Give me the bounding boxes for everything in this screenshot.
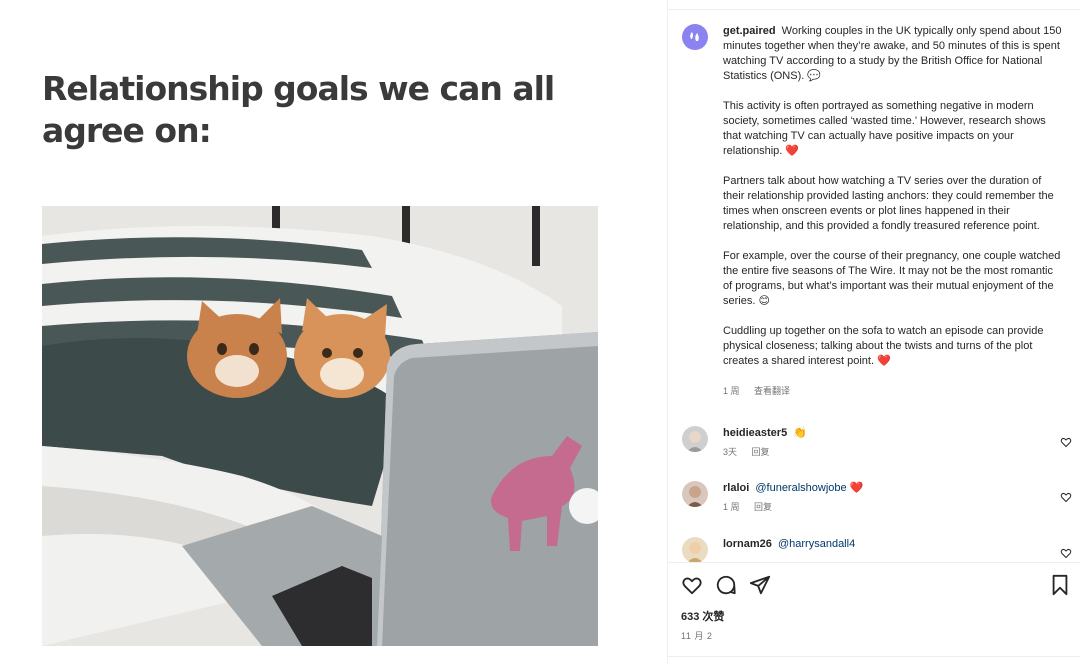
comment-body: 👏 bbox=[793, 427, 807, 439]
caption-username[interactable]: get.paired bbox=[723, 25, 776, 37]
comment-text: heidieaster5 👏 bbox=[723, 426, 807, 440]
reply-link[interactable]: 回复 bbox=[754, 502, 772, 512]
comment-item: heidieaster5 👏 3天 回复 bbox=[682, 426, 1078, 466]
caption-paragraph: This activity is often portrayed as some… bbox=[723, 100, 1046, 157]
avatar-photo-icon bbox=[682, 481, 708, 507]
avatar-photo-icon bbox=[682, 426, 708, 452]
commenter-avatar[interactable] bbox=[682, 426, 708, 452]
heart-outline-icon[interactable] bbox=[681, 574, 703, 596]
post-side-panel: get.paired Working couples in the UK typ… bbox=[668, 0, 1080, 664]
paper-plane-icon[interactable] bbox=[749, 574, 771, 596]
comment-like-heart-icon[interactable] bbox=[1060, 491, 1072, 503]
like-count[interactable]: 633 次赞 bbox=[681, 608, 724, 624]
comment-item: rlaloi @funeralshowjobe ❤️ 1 周 回复 bbox=[682, 481, 1078, 521]
post-photo[interactable] bbox=[42, 206, 598, 646]
post-heading: Relationship goals we can all agree on: bbox=[42, 69, 555, 150]
speech-bubble-icon[interactable] bbox=[715, 574, 737, 596]
comment-meta: 3天 回复 bbox=[723, 445, 782, 458]
comment-username[interactable]: rlaloi bbox=[723, 482, 749, 494]
translate-link[interactable]: 查看翻译 bbox=[754, 386, 790, 396]
comment-text: lornam26 @harrysandall4 bbox=[723, 537, 855, 551]
comment-like-heart-icon[interactable] bbox=[1060, 547, 1072, 559]
comment-meta: 1 周 回复 bbox=[723, 500, 784, 513]
avatar-photo-icon bbox=[682, 537, 708, 562]
caption-meta: 1 周 查看翻译 bbox=[723, 384, 1063, 399]
comment-mention[interactable]: @harrysandall4 bbox=[778, 538, 855, 550]
comment-time[interactable]: 1 周 bbox=[723, 502, 740, 512]
caption-time[interactable]: 1 周 bbox=[723, 386, 740, 396]
comment-username[interactable]: heidieaster5 bbox=[723, 427, 787, 439]
commenter-avatar[interactable] bbox=[682, 537, 708, 562]
cats-laptop-image bbox=[42, 206, 598, 646]
header-divider bbox=[668, 9, 1080, 10]
comment-body: ❤️ bbox=[849, 482, 864, 494]
caption-paragraph: For example, over the course of their pr… bbox=[723, 250, 1061, 307]
action-bar bbox=[681, 574, 1071, 598]
comment-like-heart-icon[interactable] bbox=[1060, 436, 1072, 448]
comment-item: lornam26 @harrysandall4 bbox=[682, 537, 1078, 562]
author-avatar[interactable] bbox=[682, 24, 708, 50]
caption-paragraph: Partners talk about how watching a TV se… bbox=[723, 175, 1054, 232]
caption-paragraph: Cuddling up together on the sofa to watc… bbox=[723, 325, 1044, 367]
footer-divider bbox=[668, 656, 1080, 657]
post-media: Relationship goals we can all agree on: bbox=[0, 0, 667, 664]
actions-divider bbox=[668, 562, 1080, 563]
bookmark-icon[interactable] bbox=[1049, 574, 1071, 596]
comment-mention[interactable]: @funeralshowjobe bbox=[755, 482, 846, 494]
caption-body: get.paired Working couples in the UK typ… bbox=[723, 24, 1063, 399]
brand-logo-icon bbox=[690, 32, 699, 41]
reply-link[interactable]: 回复 bbox=[752, 447, 770, 457]
post-date: 11 月 2 bbox=[681, 631, 713, 641]
commenter-avatar[interactable] bbox=[682, 481, 708, 507]
comment-username[interactable]: lornam26 bbox=[723, 538, 772, 550]
comment-time[interactable]: 3天 bbox=[723, 447, 737, 457]
comment-text: rlaloi @funeralshowjobe ❤️ bbox=[723, 481, 863, 495]
